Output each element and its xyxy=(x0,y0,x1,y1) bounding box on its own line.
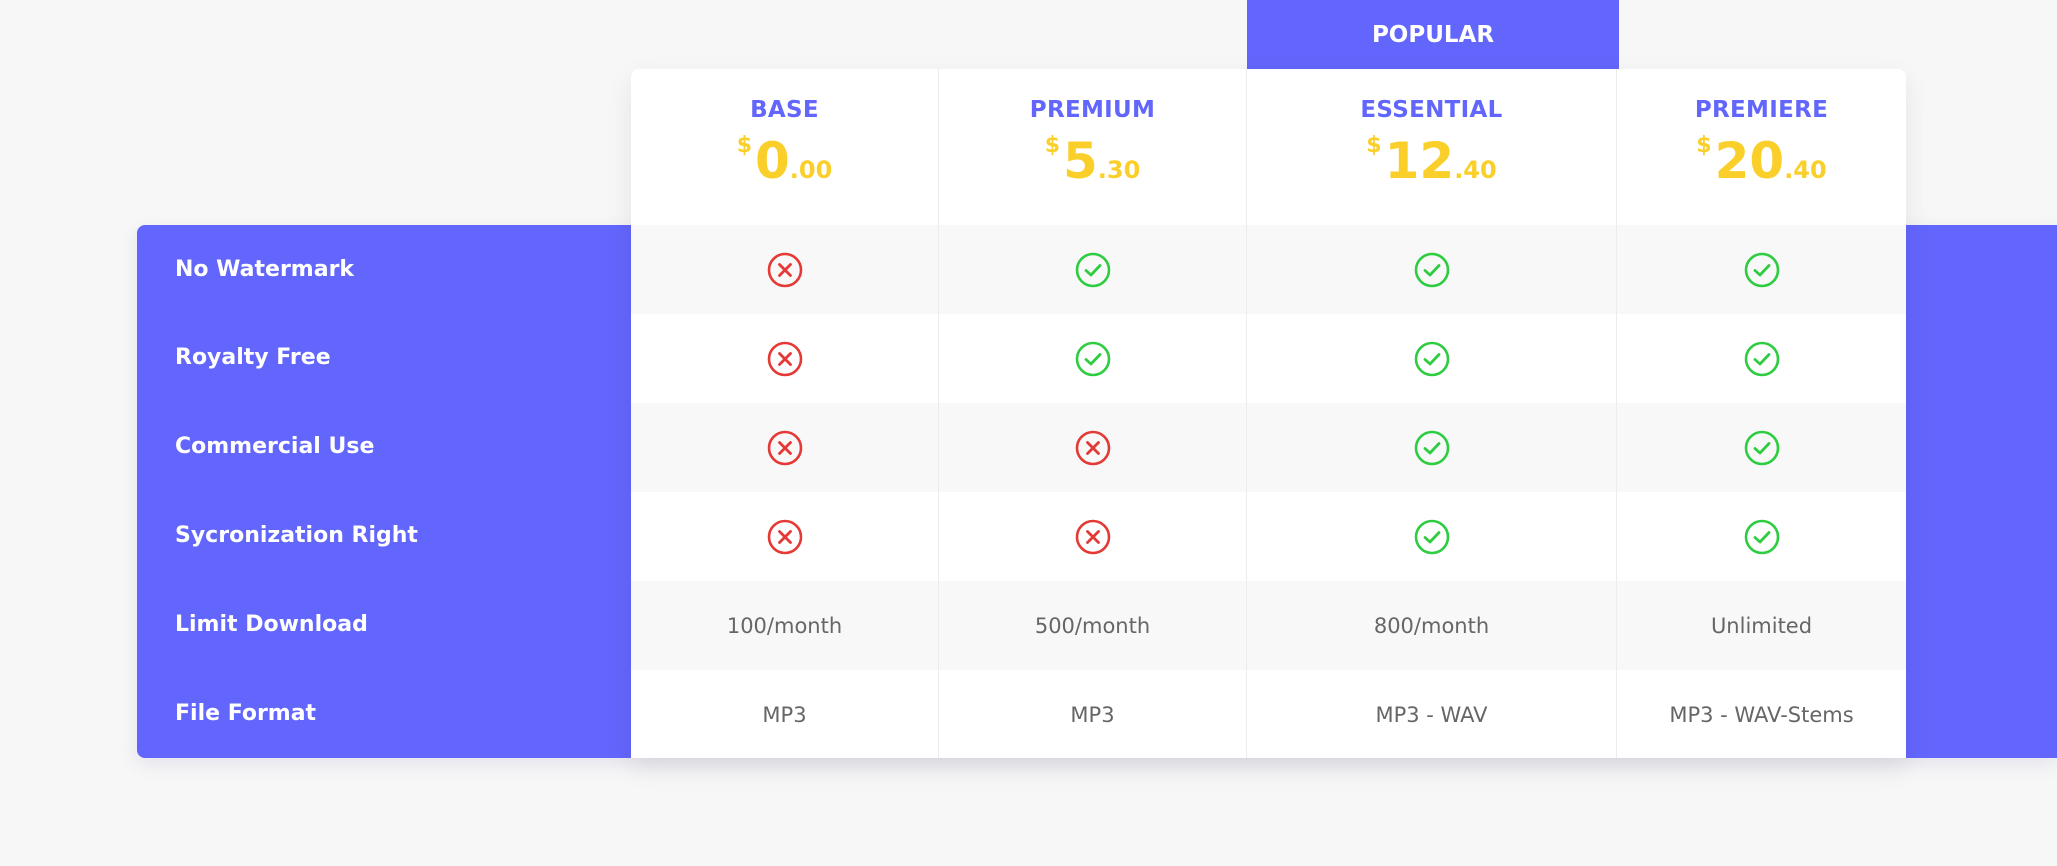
feature-label-royalty-free: Royalty Free xyxy=(175,344,331,370)
feature-label-no-watermark: No Watermark xyxy=(175,256,355,282)
table-cell: 800/month xyxy=(1247,581,1616,670)
table-cell xyxy=(631,314,938,403)
table-cell: 500/month xyxy=(939,581,1246,670)
check-circle-icon xyxy=(1744,430,1779,465)
price-amount: 0 xyxy=(755,132,790,190)
plan-name: ESSENTIAL xyxy=(1360,97,1503,123)
plan-header: ESSENTIAL $12.40 xyxy=(1247,69,1616,225)
table-cell: MP3 - WAV xyxy=(1247,670,1616,758)
cell-value: 100/month xyxy=(726,613,843,638)
plan-column: BASE $0.00 100/month MP3 xyxy=(631,69,939,758)
table-cell xyxy=(1617,225,1906,314)
check-circle-icon xyxy=(1414,519,1449,554)
plan-header: BASE $0.00 xyxy=(631,69,938,225)
table-cell xyxy=(939,225,1246,314)
check-circle-icon xyxy=(1075,341,1110,376)
table-cell: MP3 - WAV-Stems xyxy=(1617,670,1906,758)
check-circle-icon xyxy=(1414,430,1449,465)
plan-column: ESSENTIAL $12.40 800/month MP3 - WAV xyxy=(1247,69,1617,758)
price-amount: 5 xyxy=(1063,132,1098,190)
table-cell xyxy=(1247,225,1616,314)
plan-name: BASE xyxy=(750,97,819,123)
x-circle-icon xyxy=(767,252,802,287)
table-cell: 100/month xyxy=(631,581,938,670)
cell-value: MP3 xyxy=(762,702,807,727)
cell-value: MP3 - WAV xyxy=(1375,702,1488,727)
table-cell xyxy=(1247,403,1616,492)
table-cell: Unlimited xyxy=(1617,581,1906,670)
check-circle-icon xyxy=(1744,341,1779,376)
cell-value: 500/month xyxy=(1034,613,1151,638)
table-cell xyxy=(1617,314,1906,403)
price-amount: 20 xyxy=(1714,132,1785,190)
check-circle-icon xyxy=(1744,252,1779,287)
plan-column: PREMIUM $5.30 500/month MP3 xyxy=(939,69,1247,758)
price-currency: $ xyxy=(1696,133,1712,158)
table-cell xyxy=(939,403,1246,492)
x-circle-icon xyxy=(767,430,802,465)
table-cell xyxy=(1617,492,1906,581)
plan-header: PREMIUM $5.30 xyxy=(939,69,1246,225)
price-cents: .40 xyxy=(1784,156,1827,184)
x-circle-icon xyxy=(767,519,802,554)
price-cents: .40 xyxy=(1454,156,1497,184)
price-currency: $ xyxy=(736,133,752,158)
pricing-table: BASE $0.00 100/month MP3 PREMIUM $5.30 500/mon… xyxy=(631,69,1906,758)
table-cell xyxy=(1247,314,1616,403)
check-circle-icon xyxy=(1744,519,1779,554)
plan-name: PREMIUM xyxy=(1029,97,1156,123)
x-circle-icon xyxy=(767,341,802,376)
price-amount: 12 xyxy=(1384,132,1455,190)
feature-label-sync-right: Sycronization Right xyxy=(175,522,418,548)
plan-column: PREMIERE $20.40 Unlimited MP3 - WAV-Stems xyxy=(1617,69,1906,758)
price-currency: $ xyxy=(1044,133,1060,158)
table-cell xyxy=(631,403,938,492)
plan-price: $12.40 xyxy=(1247,133,1616,186)
plan-header: PREMIERE $20.40 xyxy=(1617,69,1906,225)
table-cell xyxy=(631,225,938,314)
price-currency: $ xyxy=(1366,133,1382,158)
table-cell xyxy=(1247,492,1616,581)
check-circle-icon xyxy=(1075,252,1110,287)
price-cents: .30 xyxy=(1097,156,1141,184)
check-circle-icon xyxy=(1414,341,1449,376)
table-cell xyxy=(1617,403,1906,492)
cell-value: Unlimited xyxy=(1710,613,1813,638)
plan-price: $5.30 xyxy=(939,133,1246,186)
cell-value: MP3 xyxy=(1070,702,1115,727)
x-circle-icon xyxy=(1075,519,1110,554)
feature-label-limit-download: Limit Download xyxy=(175,611,368,637)
price-cents: .00 xyxy=(789,156,833,184)
cell-value: MP3 - WAV-Stems xyxy=(1669,702,1854,727)
table-cell: MP3 xyxy=(631,670,938,758)
table-cell xyxy=(631,492,938,581)
x-circle-icon xyxy=(1075,430,1110,465)
check-circle-icon xyxy=(1414,252,1449,287)
plan-price: $0.00 xyxy=(631,133,938,186)
table-cell: MP3 xyxy=(939,670,1246,758)
feature-label-commercial-use: Commercial Use xyxy=(175,433,375,459)
feature-label-file-format: File Format xyxy=(175,700,317,726)
table-cell xyxy=(939,492,1246,581)
plan-price: $20.40 xyxy=(1617,133,1906,186)
pricing-comparison: No Watermark Royalty Free Commercial Use… xyxy=(0,0,2057,866)
table-cell xyxy=(939,314,1246,403)
popular-badge: POPULAR xyxy=(1247,0,1619,69)
plan-name: PREMIERE xyxy=(1694,97,1829,123)
cell-value: 800/month xyxy=(1373,613,1490,638)
